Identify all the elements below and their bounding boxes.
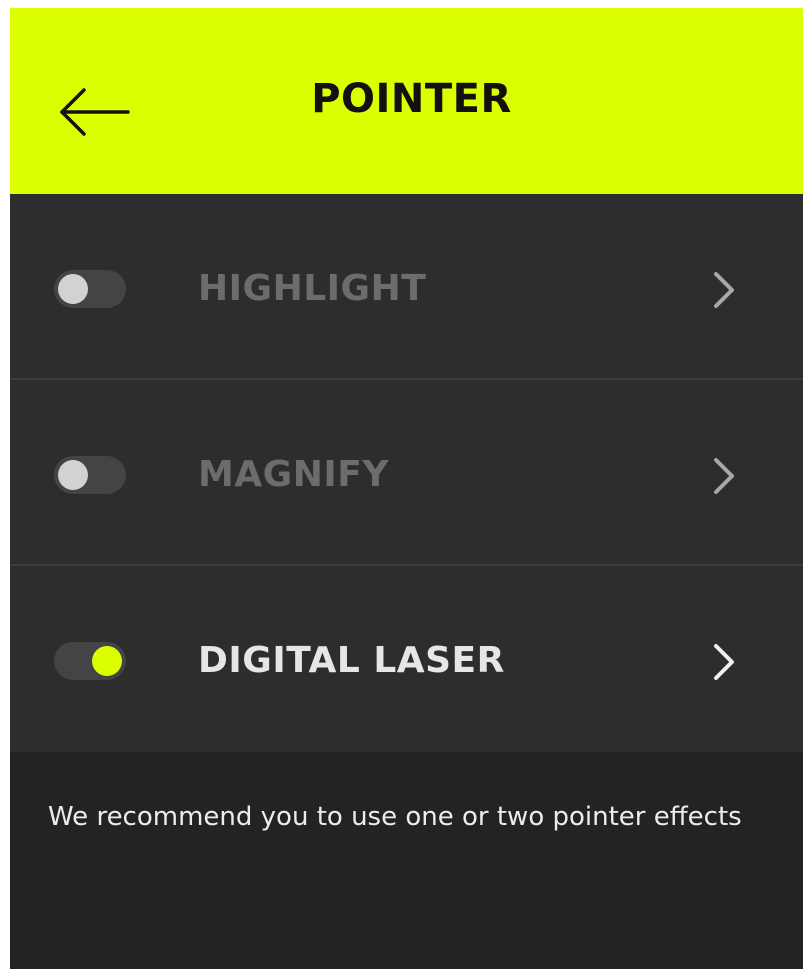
toggle-knob (58, 274, 88, 304)
pointer-effects-list: HIGHLIGHT MAGNIFY DIGITAL LASER (10, 194, 803, 752)
toggle-knob (92, 646, 122, 676)
chevron-right-icon[interactable] (710, 268, 740, 312)
magnify-label: MAGNIFY (198, 454, 389, 495)
chevron-right-icon[interactable] (710, 454, 740, 498)
header-bar: POINTER (10, 8, 803, 194)
digital-laser-toggle[interactable] (54, 642, 126, 680)
recommendation-text: We recommend you to use one or two point… (48, 802, 742, 832)
magnify-toggle[interactable] (54, 456, 126, 494)
page-title: POINTER (311, 76, 512, 122)
digital-laser-label: DIGITAL LASER (198, 640, 505, 681)
highlight-toggle[interactable] (54, 270, 126, 308)
chevron-right-icon[interactable] (710, 640, 740, 684)
pointer-settings-panel: POINTER HIGHLIGHT MAGNIFY DIGITAL LASER … (10, 8, 803, 969)
list-item-magnify[interactable]: MAGNIFY (10, 380, 803, 564)
list-item-digital-laser[interactable]: DIGITAL LASER (10, 566, 803, 750)
list-item-highlight[interactable]: HIGHLIGHT (10, 194, 803, 378)
highlight-label: HIGHLIGHT (198, 268, 427, 309)
toggle-knob (58, 460, 88, 490)
